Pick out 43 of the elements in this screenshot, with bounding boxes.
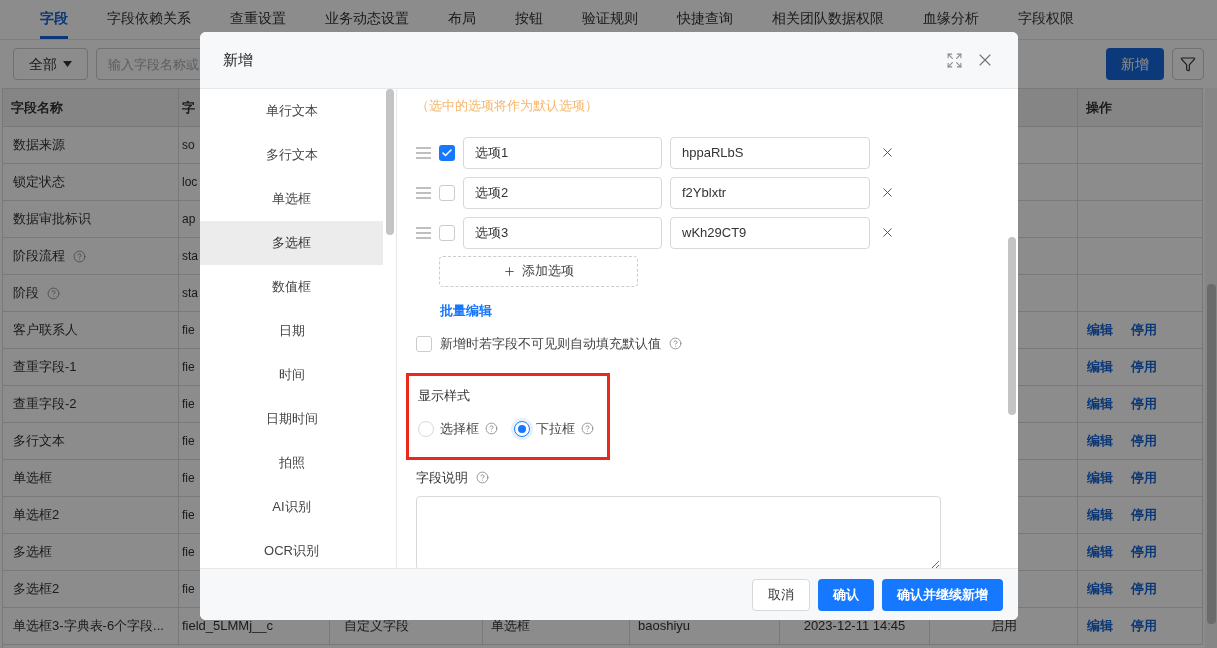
hint-text: （选中的选项将作为默认选项） [416,97,599,115]
table-cell-text: field_5LMMj__c [182,617,274,636]
table-cell-text: fie [182,507,195,524]
column-header: 字 [182,98,195,117]
section-label: 显示样式 [418,386,470,405]
dialog-title: 新增 [223,49,253,70]
column-header: 操作 [1086,98,1112,117]
table-cell-text: baoshiyu [638,617,691,636]
table-cell-text: 多选框2 [13,580,60,599]
table-cell-text: 多选框 [13,543,52,562]
table-cell-text: ap [182,211,196,228]
table-cell-text: sta [182,248,198,265]
table-cell-text: fie [182,359,195,376]
table-cell-text: so [182,137,195,154]
table-cell-text: fie [182,322,195,339]
table-cell-text: 2023-12-11 14:45 [803,617,906,636]
table-cell-text: 单选框 [491,617,530,636]
table-cell-text: fie [182,470,195,487]
radio-label: 下拉框 [536,420,575,438]
table-cell-text: sta [182,285,198,302]
table-cell-text: 自定义字段 [344,617,409,636]
table-cell-text: fie [182,396,195,413]
radio-label: 选择框 [440,420,479,438]
table-cell-text: fie [182,433,195,450]
table-cell-text: 单选框 [13,469,52,488]
table-cell-text: 数据来源 [13,136,65,155]
table-cell-text: 单选框2 [13,506,60,525]
table-cell-text: 阶段 [13,284,39,303]
table-cell-text: 启用 [990,617,1017,636]
table-cell-text: fie [182,544,195,561]
table-cell-text: 阶段流程 [13,247,65,266]
table-cell-text: 锁定状态 [13,173,65,192]
column-header: 字段名称 [11,98,63,117]
table-cell-text: 单选框3-字典表-6个字段... [13,617,164,636]
table-cell-text: 多行文本 [13,432,65,451]
table-cell-text: 查重字段-2 [13,395,77,414]
table-cell-text: fie [182,581,195,598]
table-cell-text: 数据审批标识 [13,210,91,229]
table-cell-text: loc [182,174,198,191]
field-label: 字段说明 [416,468,468,487]
checkbox-label: 新增时若字段不可见则自动填充默认值 [440,335,661,353]
table-cell-text: 查重字段-1 [13,358,77,377]
table-cell-text: 客户联系人 [13,321,78,340]
